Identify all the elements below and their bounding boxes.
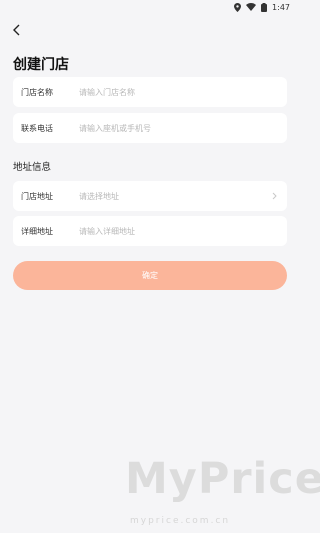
status-bar: 1:47: [0, 0, 300, 14]
back-button[interactable]: [8, 22, 24, 38]
detail-address-label: 详细地址: [21, 226, 53, 236]
store-address-label: 门店地址: [21, 191, 53, 201]
page-title: 创建门店: [13, 57, 69, 73]
location-icon: [234, 2, 242, 12]
phone-field[interactable]: 联系电话 请输入座机或手机号: [13, 113, 287, 143]
store-address-select[interactable]: 请选择地址: [79, 191, 267, 202]
address-section-title: 地址信息: [13, 162, 52, 173]
wifi-icon: [246, 3, 257, 11]
detail-address-input[interactable]: 请输入详细地址: [79, 226, 287, 237]
battery-icon: [261, 2, 268, 12]
chevron-right-icon: [267, 192, 281, 200]
status-time: 1:47: [272, 2, 290, 12]
phone-input[interactable]: 请输入座机或手机号: [79, 123, 287, 134]
phone-label: 联系电话: [21, 123, 53, 133]
watermark-url: myprice.com.cn: [130, 516, 231, 526]
detail-address-field[interactable]: 详细地址 请输入详细地址: [13, 216, 287, 246]
confirm-button[interactable]: 确定: [13, 261, 287, 290]
watermark-logo: MyPrice: [125, 454, 320, 504]
store-address-field[interactable]: 门店地址 请选择地址: [13, 181, 287, 211]
chevron-left-icon: [12, 21, 20, 40]
store-name-label: 门店名称: [21, 87, 53, 97]
store-name-field[interactable]: 门店名称 请输入门店名称: [13, 77, 287, 107]
store-name-input[interactable]: 请输入门店名称: [79, 87, 287, 98]
